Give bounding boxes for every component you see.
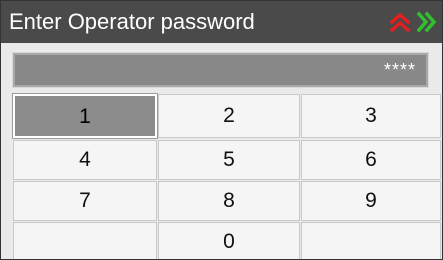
key-9[interactable]: 9 bbox=[301, 181, 441, 221]
key-7[interactable]: 7 bbox=[13, 181, 157, 221]
key-blank-9[interactable] bbox=[13, 222, 157, 259]
key-1[interactable]: 1 bbox=[12, 93, 158, 139]
key-blank-11[interactable] bbox=[301, 222, 441, 259]
double-chevron-right-icon[interactable] bbox=[415, 10, 439, 34]
title-bar: Enter Operator password bbox=[1, 1, 442, 43]
key-0[interactable]: 0 bbox=[158, 222, 300, 259]
key-3[interactable]: 3 bbox=[301, 94, 441, 138]
key-4[interactable]: 4 bbox=[13, 140, 157, 180]
password-field[interactable]: **** bbox=[12, 52, 429, 88]
key-2[interactable]: 2 bbox=[158, 94, 300, 138]
double-chevron-up-icon[interactable] bbox=[388, 10, 412, 34]
dialog-title: Enter Operator password bbox=[9, 9, 255, 34]
key-8[interactable]: 8 bbox=[158, 181, 300, 221]
key-6[interactable]: 6 bbox=[301, 140, 441, 180]
operator-password-dialog: Enter Operator password **** 123 456 7890 bbox=[0, 0, 443, 260]
key-5[interactable]: 5 bbox=[158, 140, 300, 180]
